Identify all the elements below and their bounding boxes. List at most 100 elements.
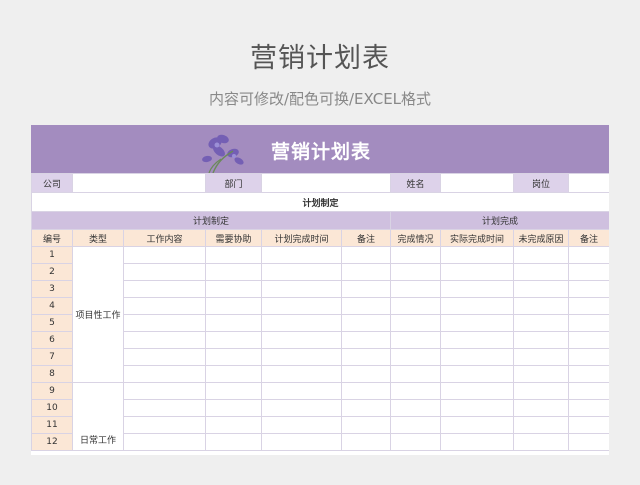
- data-cell[interactable]: [205, 433, 262, 451]
- data-cell[interactable]: [205, 365, 262, 383]
- data-cell[interactable]: [440, 263, 514, 281]
- data-cell[interactable]: [568, 433, 609, 451]
- data-cell[interactable]: [341, 297, 391, 315]
- data-cell[interactable]: [568, 280, 609, 298]
- data-cell[interactable]: [568, 382, 609, 400]
- data-cell[interactable]: [341, 263, 391, 281]
- data-cell[interactable]: [390, 365, 441, 383]
- data-cell[interactable]: [440, 382, 514, 400]
- data-cell[interactable]: [123, 263, 206, 281]
- data-cell[interactable]: [390, 416, 441, 434]
- data-cell[interactable]: [261, 382, 342, 400]
- data-cell[interactable]: [440, 433, 514, 451]
- data-cell[interactable]: [123, 331, 206, 349]
- data-cell[interactable]: [568, 263, 609, 281]
- data-cell[interactable]: [440, 365, 514, 383]
- data-cell[interactable]: [568, 331, 609, 349]
- data-cell[interactable]: [513, 348, 569, 366]
- data-cell[interactable]: [205, 399, 262, 417]
- data-cell[interactable]: [390, 382, 441, 400]
- data-cell[interactable]: [390, 263, 441, 281]
- data-cell[interactable]: [123, 399, 206, 417]
- data-cell[interactable]: [513, 433, 569, 451]
- data-cell[interactable]: [341, 382, 391, 400]
- data-cell[interactable]: [205, 263, 262, 281]
- data-cell[interactable]: [123, 348, 206, 366]
- data-cell[interactable]: [440, 331, 514, 349]
- data-cell[interactable]: [390, 297, 441, 315]
- data-cell[interactable]: [261, 399, 342, 417]
- data-cell[interactable]: [440, 416, 514, 434]
- data-cell[interactable]: [341, 280, 391, 298]
- data-cell[interactable]: [205, 416, 262, 434]
- name-input[interactable]: [440, 173, 514, 193]
- data-cell[interactable]: [513, 297, 569, 315]
- data-cell[interactable]: [261, 433, 342, 451]
- data-cell[interactable]: [205, 297, 262, 315]
- data-cell[interactable]: [123, 297, 206, 315]
- data-cell[interactable]: [513, 416, 569, 434]
- data-cell[interactable]: [261, 263, 342, 281]
- data-cell[interactable]: [123, 416, 206, 434]
- position-input[interactable]: [568, 173, 609, 193]
- data-cell[interactable]: [513, 399, 569, 417]
- data-cell[interactable]: [341, 348, 391, 366]
- data-cell[interactable]: [205, 382, 262, 400]
- data-cell[interactable]: [123, 365, 206, 383]
- data-cell[interactable]: [341, 246, 391, 264]
- data-cell[interactable]: [123, 280, 206, 298]
- data-cell[interactable]: [205, 246, 262, 264]
- data-cell[interactable]: [261, 348, 342, 366]
- data-cell[interactable]: [341, 433, 391, 451]
- data-cell[interactable]: [390, 348, 441, 366]
- data-cell[interactable]: [390, 280, 441, 298]
- data-cell[interactable]: [513, 365, 569, 383]
- data-cell[interactable]: [568, 365, 609, 383]
- data-cell[interactable]: [513, 263, 569, 281]
- data-cell[interactable]: [261, 297, 342, 315]
- data-cell[interactable]: [205, 331, 262, 349]
- data-cell[interactable]: [205, 348, 262, 366]
- data-cell[interactable]: [568, 297, 609, 315]
- data-cell[interactable]: [513, 246, 569, 264]
- data-cell[interactable]: [568, 416, 609, 434]
- data-cell[interactable]: [513, 314, 569, 332]
- data-cell[interactable]: [261, 331, 342, 349]
- data-cell[interactable]: [123, 246, 206, 264]
- data-cell[interactable]: [440, 399, 514, 417]
- data-cell[interactable]: [261, 365, 342, 383]
- data-cell[interactable]: [390, 399, 441, 417]
- data-cell[interactable]: [205, 280, 262, 298]
- data-cell[interactable]: [390, 246, 441, 264]
- data-cell[interactable]: [123, 433, 206, 451]
- data-cell[interactable]: [261, 416, 342, 434]
- data-cell[interactable]: [568, 314, 609, 332]
- data-cell[interactable]: [440, 314, 514, 332]
- data-cell[interactable]: [341, 314, 391, 332]
- data-cell[interactable]: [123, 382, 206, 400]
- data-cell[interactable]: [440, 297, 514, 315]
- data-cell[interactable]: [513, 331, 569, 349]
- data-cell[interactable]: [341, 416, 391, 434]
- data-cell[interactable]: [390, 433, 441, 451]
- department-input[interactable]: [261, 173, 391, 193]
- data-cell[interactable]: [341, 399, 391, 417]
- data-cell[interactable]: [205, 314, 262, 332]
- data-cell[interactable]: [261, 314, 342, 332]
- data-cell[interactable]: [390, 314, 441, 332]
- data-cell[interactable]: [513, 280, 569, 298]
- data-cell[interactable]: [440, 246, 514, 264]
- data-cell[interactable]: [341, 365, 391, 383]
- data-cell[interactable]: [440, 348, 514, 366]
- data-cell[interactable]: [123, 314, 206, 332]
- data-cell[interactable]: [568, 348, 609, 366]
- data-cell[interactable]: [261, 246, 342, 264]
- data-cell[interactable]: [390, 331, 441, 349]
- data-cell[interactable]: [568, 399, 609, 417]
- company-input[interactable]: [72, 173, 206, 193]
- data-cell[interactable]: [341, 331, 391, 349]
- data-cell[interactable]: [568, 246, 609, 264]
- data-cell[interactable]: [513, 382, 569, 400]
- data-cell[interactable]: [440, 280, 514, 298]
- data-cell[interactable]: [261, 280, 342, 298]
